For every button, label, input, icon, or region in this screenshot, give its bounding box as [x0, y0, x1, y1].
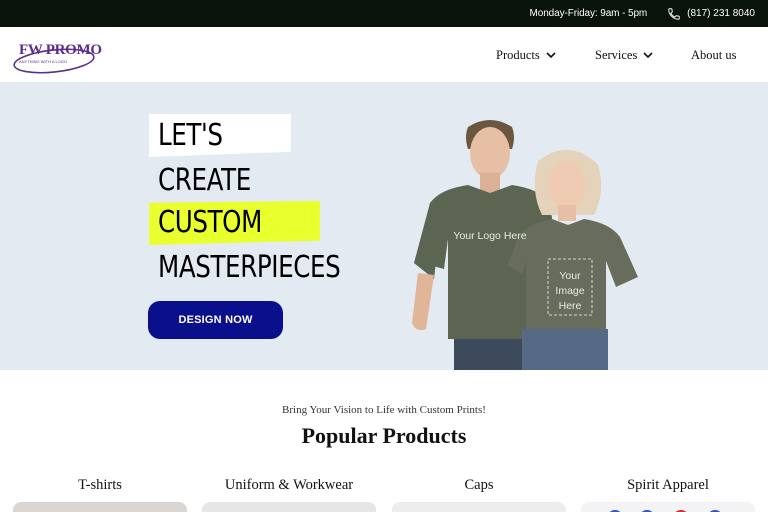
category-caps-card[interactable]: [392, 502, 566, 512]
nav-about[interactable]: About us: [691, 27, 737, 83]
logo-text: FW PROMO: [19, 42, 102, 58]
woman-figure: [508, 149, 638, 370]
phone-number: (817) 231 8040: [687, 8, 755, 19]
site-header: FW PROMO ANYTHING WITH A LOGO Products S…: [0, 27, 768, 83]
category-uniform-card[interactable]: [202, 502, 376, 512]
spirit-apparel-thumbnail: [609, 510, 721, 512]
hero-line-3: CUSTOM: [158, 205, 262, 240]
woman-shirt-text-line2: Image: [555, 285, 584, 297]
category-tshirts-label[interactable]: T-shirts: [13, 477, 187, 494]
hero-banner: LET'S CREATE CUSTOM MASTERPIECES DESIGN …: [0, 83, 768, 370]
woman-shirt-text-line1: Your: [559, 270, 581, 282]
chevron-down-icon: [546, 52, 556, 59]
phone-icon: [668, 7, 680, 20]
design-now-button[interactable]: DESIGN NOW: [148, 301, 283, 339]
logo-tagline: ANYTHING WITH A LOGO: [19, 59, 68, 64]
business-hours: Monday-Friday: 9am - 5pm: [529, 8, 648, 19]
products-tagline: Bring Your Vision to Life with Custom Pr…: [282, 404, 486, 416]
top-bar: Monday-Friday: 9am - 5pm (817) 231 8040: [0, 0, 768, 27]
nav-products-label: Products: [496, 47, 540, 62]
category-spirit-apparel-card[interactable]: [581, 502, 755, 512]
logo[interactable]: FW PROMO ANYTHING WITH A LOGO: [12, 40, 102, 74]
category-tshirts-card[interactable]: [13, 502, 187, 512]
hero-line-4: MASTERPIECES: [158, 250, 341, 285]
nav-services-label: Services: [595, 47, 638, 62]
nav-products[interactable]: Products: [496, 27, 556, 83]
nav-about-label: About us: [691, 47, 737, 62]
category-caps-label[interactable]: Caps: [392, 477, 566, 494]
popular-products-title: Popular Products: [301, 423, 467, 448]
phone-link[interactable]: (817) 231 8040: [667, 7, 755, 21]
hero-models-image: Your Logo Here Your Image Here: [412, 120, 638, 370]
hero-line-1: LET'S: [158, 118, 223, 153]
chevron-down-icon: [643, 52, 653, 59]
category-spirit-apparel-label[interactable]: Spirit Apparel: [581, 477, 755, 494]
category-uniform-label[interactable]: Uniform & Workwear: [202, 477, 376, 494]
hero-line-2: CREATE: [158, 163, 251, 198]
woman-shirt-text-line3: Here: [559, 300, 582, 312]
nav-services[interactable]: Services: [595, 27, 653, 83]
man-shirt-text: Your Logo Here: [453, 230, 526, 242]
